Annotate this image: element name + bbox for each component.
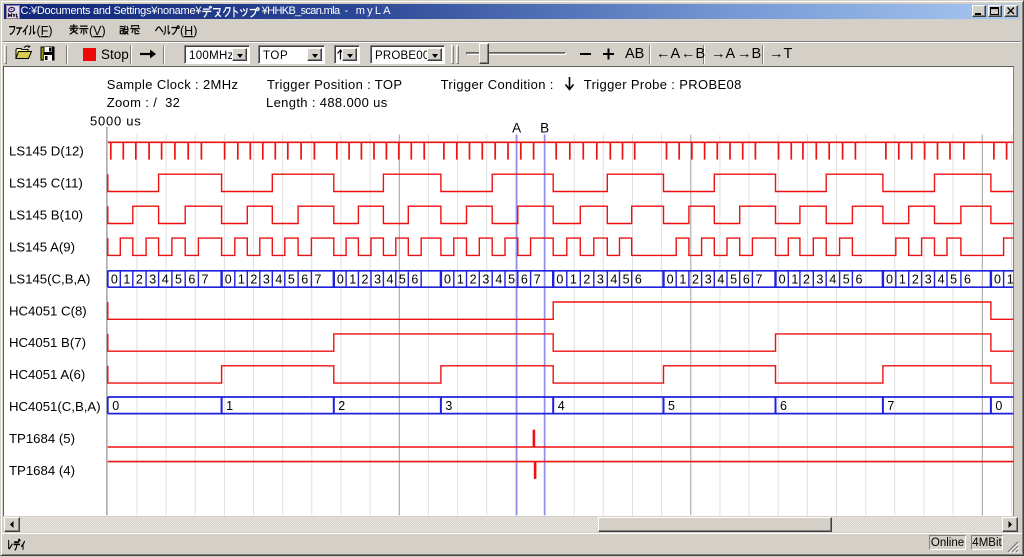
svg-text:3: 3 bbox=[445, 399, 452, 413]
svg-text:6: 6 bbox=[188, 272, 195, 286]
svg-text:5: 5 bbox=[623, 272, 630, 286]
svg-text:2: 2 bbox=[803, 272, 810, 286]
svg-text:6: 6 bbox=[411, 272, 418, 286]
svg-text:5: 5 bbox=[668, 399, 675, 413]
svg-text:1: 1 bbox=[238, 272, 245, 286]
svg-text:0: 0 bbox=[225, 272, 232, 286]
svg-text:5: 5 bbox=[508, 272, 515, 286]
svg-text:1: 1 bbox=[679, 272, 686, 286]
svg-text:7: 7 bbox=[315, 272, 322, 286]
svg-text:2: 2 bbox=[338, 399, 345, 413]
svg-text:HC4051 A(6): HC4051 A(6) bbox=[9, 367, 85, 382]
svg-text:Trigger Position : TOP: Trigger Position : TOP bbox=[267, 77, 402, 92]
svg-text:5: 5 bbox=[288, 272, 295, 286]
svg-text:7: 7 bbox=[202, 272, 209, 286]
svg-text:7: 7 bbox=[756, 272, 763, 286]
svg-text:3: 3 bbox=[816, 272, 823, 286]
svg-text:TP1684 (5): TP1684 (5) bbox=[9, 431, 75, 446]
svg-text:7: 7 bbox=[887, 399, 894, 413]
svg-text:7: 7 bbox=[534, 272, 541, 286]
svg-text:1: 1 bbox=[123, 272, 130, 286]
svg-text:6: 6 bbox=[964, 272, 971, 286]
svg-text:5000 us: 5000 us bbox=[90, 114, 142, 129]
svg-text:4: 4 bbox=[829, 272, 836, 286]
svg-text:0: 0 bbox=[337, 272, 344, 286]
svg-text:1: 1 bbox=[899, 272, 906, 286]
svg-text:6: 6 bbox=[301, 272, 308, 286]
svg-text:TP1684 (4): TP1684 (4) bbox=[9, 463, 75, 478]
svg-text:B: B bbox=[540, 121, 549, 136]
svg-text:3: 3 bbox=[597, 272, 604, 286]
svg-text:0: 0 bbox=[886, 272, 893, 286]
svg-text:1: 1 bbox=[349, 272, 356, 286]
svg-text:1: 1 bbox=[1007, 272, 1014, 286]
svg-text:4: 4 bbox=[558, 399, 565, 413]
svg-text:LS145 C(11): LS145 C(11) bbox=[9, 176, 83, 191]
svg-text:0: 0 bbox=[667, 272, 674, 286]
svg-text:4: 4 bbox=[387, 272, 394, 286]
svg-text:4: 4 bbox=[495, 272, 502, 286]
svg-text:6: 6 bbox=[521, 272, 528, 286]
svg-text:Sample Clock : 2MHz: Sample Clock : 2MHz bbox=[107, 77, 239, 92]
svg-text:2: 2 bbox=[250, 272, 257, 286]
svg-text:6: 6 bbox=[856, 272, 863, 286]
svg-text:Trigger Condition :: Trigger Condition : bbox=[441, 77, 554, 92]
svg-text:5: 5 bbox=[730, 272, 737, 286]
svg-text:2: 2 bbox=[692, 272, 699, 286]
svg-text:6: 6 bbox=[635, 272, 642, 286]
svg-text:A: A bbox=[512, 121, 521, 136]
svg-text:2: 2 bbox=[470, 272, 477, 286]
svg-text:3: 3 bbox=[374, 272, 381, 286]
svg-text:LS145 A(9): LS145 A(9) bbox=[9, 239, 75, 254]
svg-text:5: 5 bbox=[399, 272, 406, 286]
svg-text:1: 1 bbox=[457, 272, 464, 286]
svg-text:HC4051 C(8): HC4051 C(8) bbox=[9, 303, 87, 318]
svg-text:LS145(C,B,A): LS145(C,B,A) bbox=[9, 271, 90, 286]
svg-text:5: 5 bbox=[950, 272, 957, 286]
svg-text:2: 2 bbox=[583, 272, 590, 286]
svg-text:2: 2 bbox=[912, 272, 919, 286]
svg-text:3: 3 bbox=[263, 272, 270, 286]
svg-text:6: 6 bbox=[743, 272, 750, 286]
svg-text:LS145 B(10): LS145 B(10) bbox=[9, 208, 83, 223]
svg-text:0: 0 bbox=[995, 399, 1002, 413]
svg-text:Zoom : / 32: Zoom : / 32 bbox=[107, 95, 181, 110]
svg-text:4: 4 bbox=[275, 272, 282, 286]
svg-text:2: 2 bbox=[362, 272, 369, 286]
svg-text:1: 1 bbox=[791, 272, 798, 286]
svg-text:LS145 D(12): LS145 D(12) bbox=[9, 144, 84, 159]
svg-text:4: 4 bbox=[717, 272, 724, 286]
svg-text:0: 0 bbox=[779, 272, 786, 286]
svg-text:1: 1 bbox=[570, 272, 577, 286]
svg-text:Length : 488.000 us: Length : 488.000 us bbox=[266, 95, 388, 110]
svg-text:4: 4 bbox=[938, 272, 945, 286]
svg-text:Trigger Probe : PROBE08: Trigger Probe : PROBE08 bbox=[584, 77, 742, 92]
svg-text:HC4051(C,B,A): HC4051(C,B,A) bbox=[9, 399, 101, 414]
svg-text:5: 5 bbox=[175, 272, 182, 286]
svg-text:0: 0 bbox=[994, 272, 1001, 286]
svg-text:5: 5 bbox=[843, 272, 850, 286]
svg-text:2: 2 bbox=[136, 272, 143, 286]
svg-text:0: 0 bbox=[111, 272, 118, 286]
svg-text:0: 0 bbox=[112, 399, 119, 413]
svg-text:3: 3 bbox=[705, 272, 712, 286]
svg-text:4: 4 bbox=[162, 272, 169, 286]
svg-text:3: 3 bbox=[149, 272, 156, 286]
svg-text:6: 6 bbox=[780, 399, 787, 413]
svg-text:1: 1 bbox=[226, 399, 233, 413]
svg-text:3: 3 bbox=[482, 272, 489, 286]
svg-text:0: 0 bbox=[556, 272, 563, 286]
svg-text:0: 0 bbox=[444, 272, 451, 286]
svg-text:HC4051 B(7): HC4051 B(7) bbox=[9, 335, 86, 350]
svg-text:3: 3 bbox=[925, 272, 932, 286]
svg-text:4: 4 bbox=[610, 272, 617, 286]
